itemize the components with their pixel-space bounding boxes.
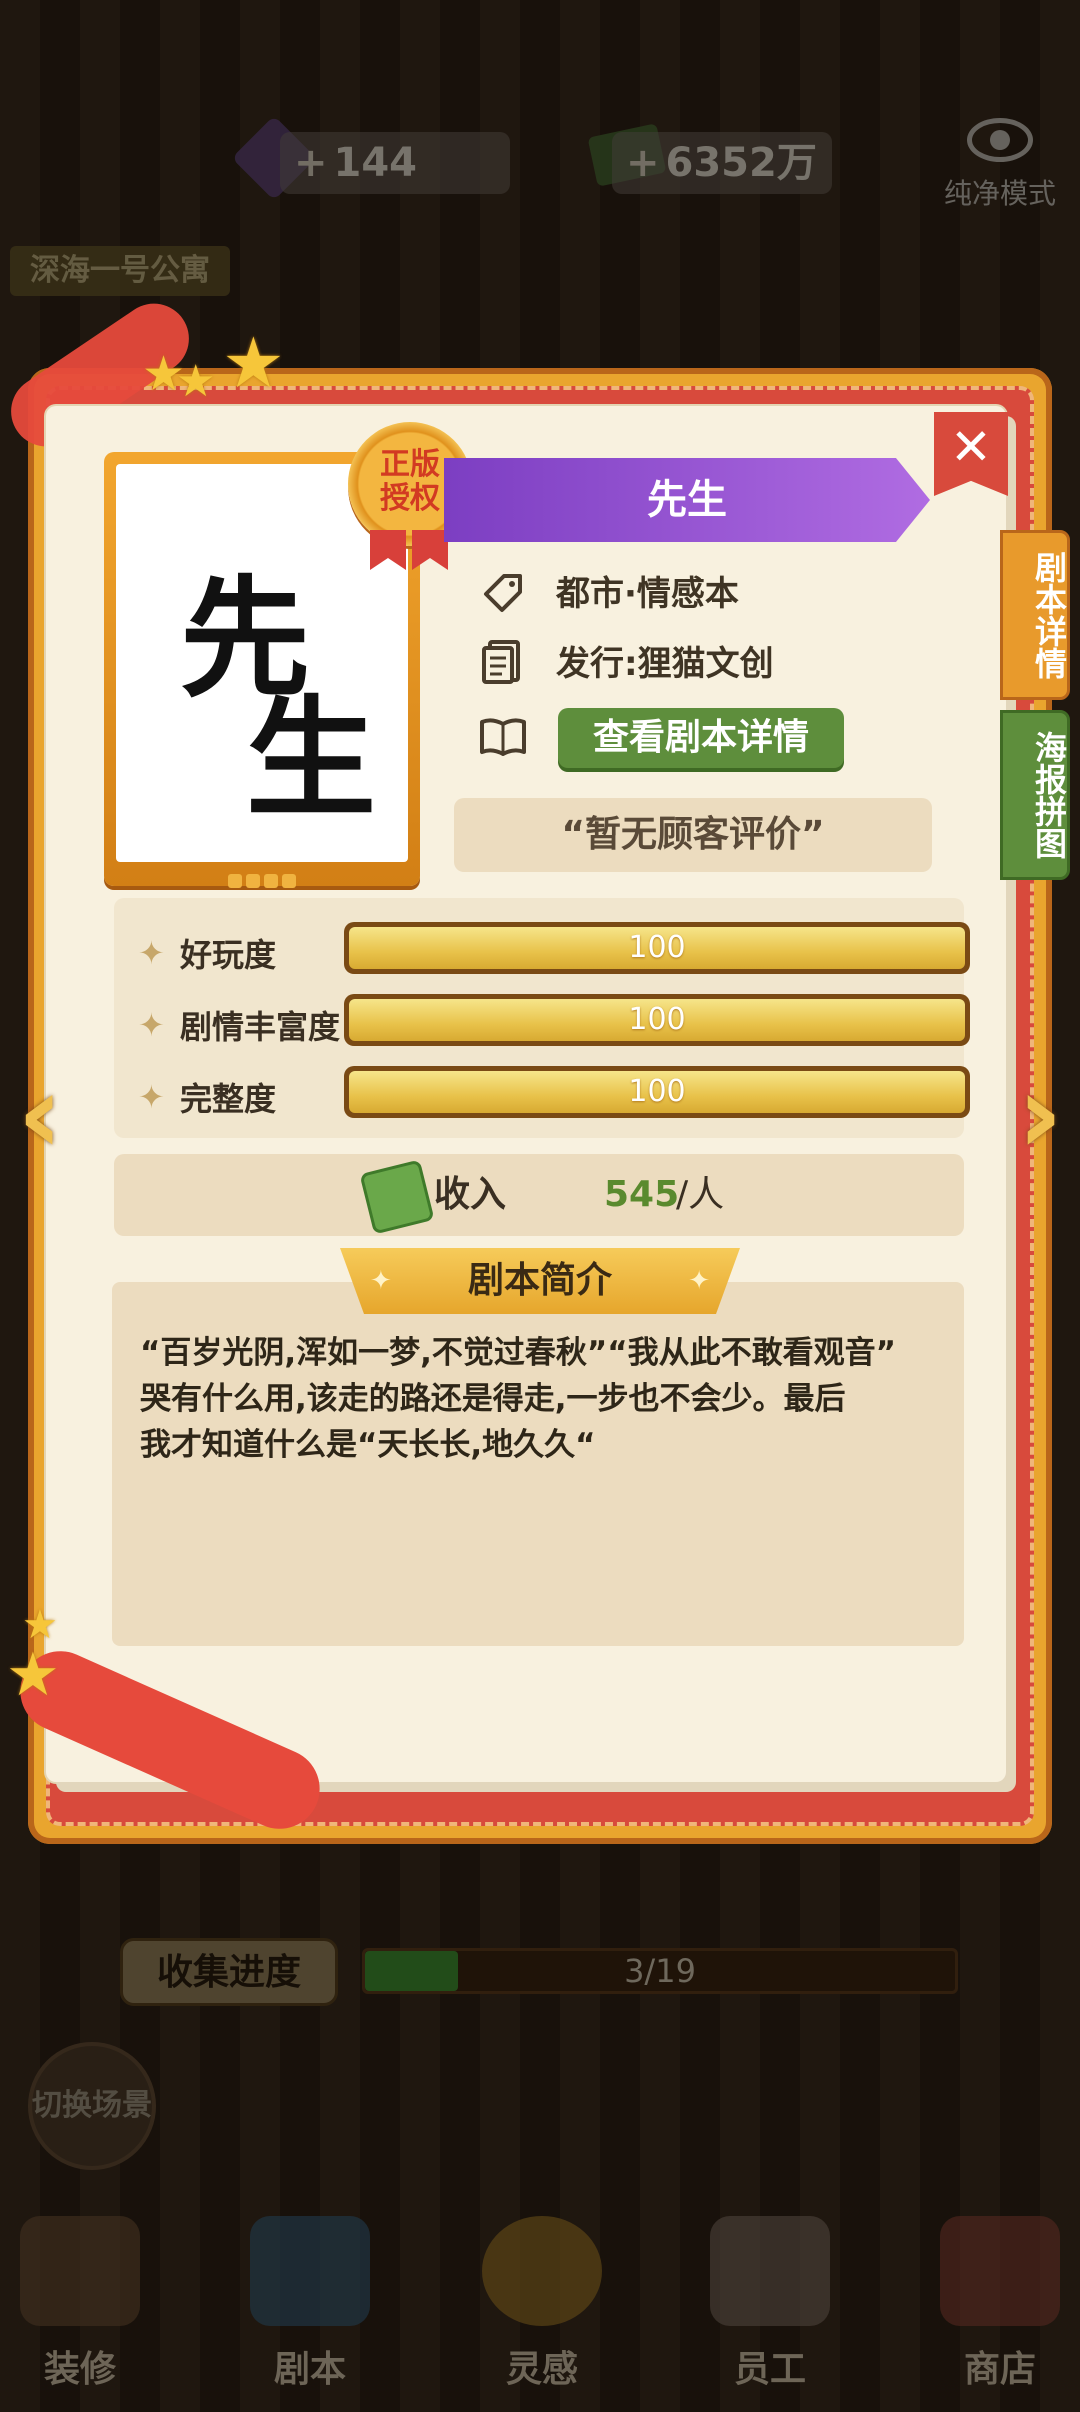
customer-review: “暂无顾客评价”: [454, 798, 932, 872]
stat-bar-fill: 100: [349, 999, 965, 1041]
sparkle-icon: ✦: [370, 1266, 392, 1296]
income-value: 545: [604, 1174, 680, 1215]
poster-calligraphy: 生: [246, 682, 377, 835]
tag-icon: [484, 574, 522, 612]
stat-row-fun: ✦ 好玩度 100: [128, 922, 970, 978]
synopsis-text: “百岁光阴,浑如一梦,不觉过春秋”“我从此不敢看观音” 哭有什么用,该走的路还是…: [140, 1335, 897, 1463]
stat-label: 好玩度: [180, 936, 277, 974]
cash-icon: [359, 1159, 435, 1235]
stat-label: 剧情丰富度: [180, 1008, 341, 1046]
synopsis-title: ✦ 剧本简介 ✦: [340, 1248, 740, 1314]
script-title: 先生: [444, 458, 930, 542]
income-label: 收入: [434, 1174, 507, 1215]
sparkle-icon: ✦: [138, 1078, 165, 1116]
star-icon: ★: [222, 322, 285, 404]
sparkle-icon: ✦: [688, 1266, 710, 1296]
tab-poster-puzzle[interactable]: 海报拼图: [1000, 710, 1070, 880]
stat-label: 完整度: [180, 1080, 277, 1118]
stat-row-plot: ✦ 剧情丰富度 100: [128, 994, 970, 1050]
stats-panel: ✦ 好玩度 100 ✦ 剧情丰富度 100 ✦ 完整度 100: [114, 898, 970, 1138]
stat-bar: 100: [344, 1066, 970, 1118]
stat-bar: 100: [344, 922, 970, 974]
tab-script-details[interactable]: 剧本详情: [1000, 530, 1070, 700]
star-icon: ★: [6, 1640, 60, 1710]
next-arrow-icon[interactable]: ›: [1000, 1059, 1080, 1169]
star-icon: ★: [176, 356, 216, 407]
publisher-text: 发行:狸猫文创: [556, 644, 774, 684]
sparkle-icon: ✦: [138, 934, 165, 972]
income-panel: 收入 545 /人: [114, 1154, 964, 1236]
previous-arrow-icon[interactable]: ‹: [0, 1059, 80, 1169]
view-script-details-button[interactable]: 查看剧本详情: [558, 708, 844, 768]
genre-text: 都市·情感本: [556, 574, 739, 614]
poster-frame-ornament: [104, 873, 420, 892]
synopsis-title-text: 剧本简介: [467, 1260, 612, 1301]
sparkle-icon: ✦: [138, 1006, 165, 1044]
document-icon: [482, 640, 520, 684]
stat-bar: 100: [344, 994, 970, 1046]
open-book-icon: [480, 718, 526, 756]
stat-bar-fill: 100: [349, 1071, 965, 1113]
close-icon[interactable]: ✕: [934, 414, 1008, 484]
stat-bar-fill: 100: [349, 927, 965, 969]
income-unit: /人: [676, 1174, 725, 1215]
stat-row-completeness: ✦ 完整度 100: [128, 1066, 970, 1122]
